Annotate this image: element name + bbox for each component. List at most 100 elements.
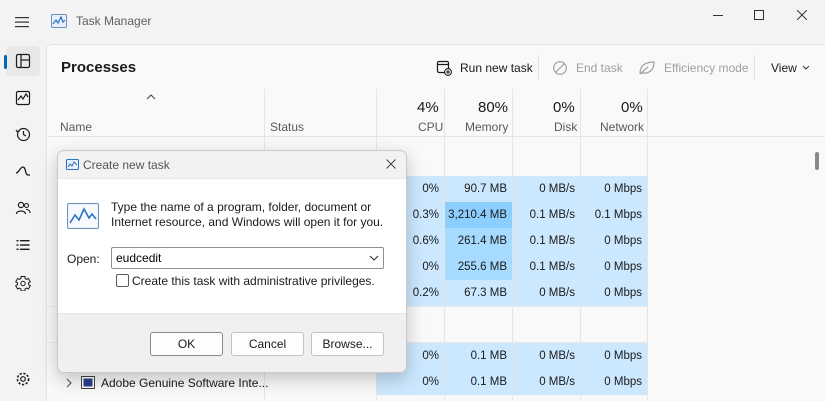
performance-icon bbox=[15, 90, 31, 106]
open-combobox[interactable] bbox=[111, 247, 384, 269]
disk-cell: 0.1 MB/s bbox=[513, 202, 580, 228]
maximize-button[interactable] bbox=[746, 6, 772, 24]
memory-cell: 3,210.4 MB bbox=[445, 202, 512, 228]
network-total-percent: 0% bbox=[621, 99, 643, 116]
hamburger-menu-icon[interactable] bbox=[10, 12, 34, 32]
nav-performance[interactable] bbox=[6, 83, 40, 113]
app-history-icon bbox=[15, 127, 31, 142]
network-cell: 0 Mbps bbox=[581, 343, 647, 369]
network-cell: 0 Mbps bbox=[581, 176, 647, 202]
network-cell: 0 Mbps bbox=[581, 254, 647, 280]
browse-button[interactable]: Browse... bbox=[311, 332, 384, 356]
dialog-app-icon bbox=[66, 159, 79, 170]
minimize-icon bbox=[713, 15, 723, 16]
disk-total-percent: 0% bbox=[553, 99, 575, 116]
maximize-icon bbox=[754, 10, 764, 20]
memory-cell: 0.1 MB bbox=[445, 369, 512, 395]
network-cell: 0 Mbps bbox=[581, 280, 647, 306]
network-cell: 0 Mbps bbox=[581, 228, 647, 254]
column-header-cpu[interactable]: CPU bbox=[418, 120, 443, 134]
open-label: Open: bbox=[67, 252, 100, 266]
memory-cell: 261.4 MB bbox=[445, 228, 512, 254]
memory-cell: 0.1 MB bbox=[445, 343, 512, 369]
column-divider bbox=[512, 89, 513, 137]
users-icon bbox=[15, 201, 31, 215]
column-divider bbox=[264, 89, 265, 137]
toolbar-divider bbox=[754, 55, 755, 79]
column-divider bbox=[647, 137, 648, 401]
column-header-memory[interactable]: Memory bbox=[465, 120, 508, 134]
table-header: Name Status 4% CPU 80% Memory 0% Disk 0%… bbox=[47, 89, 825, 137]
dialog-footer: OK Cancel Browse... bbox=[58, 313, 406, 372]
vertical-scrollbar[interactable] bbox=[815, 152, 819, 170]
nav-services[interactable] bbox=[6, 268, 40, 298]
disk-cell: 0.1 MB/s bbox=[513, 228, 580, 254]
toolbar-divider bbox=[538, 55, 539, 79]
disk-cell: 0 MB/s bbox=[513, 176, 580, 202]
memory-cell: 255.6 MB bbox=[445, 254, 512, 280]
left-navigation bbox=[0, 44, 46, 401]
minimize-button[interactable] bbox=[705, 6, 731, 24]
processes-icon bbox=[15, 53, 31, 69]
nav-processes[interactable] bbox=[4, 46, 40, 76]
nav-users[interactable] bbox=[6, 193, 40, 223]
column-header-name[interactable]: Name bbox=[60, 120, 92, 134]
nav-startup-apps[interactable] bbox=[6, 156, 40, 186]
end-task-icon bbox=[553, 61, 567, 75]
dialog-close-icon[interactable] bbox=[385, 158, 397, 170]
memory-cell: 67.3 MB bbox=[445, 280, 512, 306]
close-icon bbox=[797, 10, 807, 20]
ok-button[interactable]: OK bbox=[150, 332, 223, 356]
nav-settings[interactable] bbox=[6, 364, 40, 394]
run-new-task-icon bbox=[436, 60, 452, 76]
efficiency-mode-label: Efficiency mode bbox=[664, 61, 749, 75]
run-new-task-button[interactable]: Run new task bbox=[436, 57, 533, 79]
chevron-down-icon[interactable] bbox=[369, 254, 379, 262]
sort-ascending-icon[interactable] bbox=[146, 93, 156, 101]
window-title: Task Manager bbox=[76, 14, 152, 28]
disk-cell: 0 MB/s bbox=[513, 343, 580, 369]
column-divider bbox=[647, 89, 648, 137]
startup-apps-icon bbox=[15, 166, 30, 176]
title-bar: Task Manager bbox=[0, 0, 825, 44]
cpu-total-percent: 4% bbox=[417, 99, 439, 116]
column-header-disk[interactable]: Disk bbox=[554, 120, 577, 134]
admin-privileges-checkbox[interactable] bbox=[116, 274, 129, 287]
memory-cell: 90.7 MB bbox=[445, 176, 512, 202]
open-input[interactable] bbox=[112, 248, 362, 268]
nav-app-history[interactable] bbox=[6, 119, 40, 149]
details-icon bbox=[16, 240, 30, 250]
column-divider bbox=[444, 89, 445, 137]
view-label: View bbox=[771, 61, 797, 75]
disk-cell: 0 MB/s bbox=[513, 280, 580, 306]
chevron-right-icon[interactable] bbox=[65, 378, 73, 388]
dialog-description: Type the name of a program, folder, docu… bbox=[111, 200, 384, 229]
process-name: Adobe Genuine Software Inte... bbox=[101, 376, 269, 390]
task-manager-app-icon bbox=[51, 14, 67, 28]
efficiency-leaf-icon bbox=[639, 61, 655, 75]
view-menu-button[interactable]: View bbox=[771, 57, 810, 79]
disk-cell: 0 MB/s bbox=[513, 369, 580, 395]
column-header-network[interactable]: Network bbox=[600, 120, 644, 134]
nav-details[interactable] bbox=[6, 230, 40, 260]
run-new-task-label: Run new task bbox=[460, 61, 533, 75]
column-header-status[interactable]: Status bbox=[270, 120, 304, 134]
end-task-button[interactable]: End task bbox=[552, 57, 623, 79]
adobe-app-icon bbox=[81, 376, 95, 389]
network-cell: 0.1 Mbps bbox=[581, 202, 647, 228]
efficiency-mode-button[interactable]: Efficiency mode bbox=[638, 57, 749, 79]
toolbar: Processes Run new task End task Efficien… bbox=[47, 45, 825, 89]
disk-cell: 0.1 MB/s bbox=[513, 254, 580, 280]
chevron-down-icon bbox=[802, 65, 810, 70]
cancel-button[interactable]: Cancel bbox=[231, 332, 304, 356]
page-title: Processes bbox=[61, 59, 137, 76]
admin-privileges-label[interactable]: Create this task with administrative pri… bbox=[132, 274, 375, 288]
close-button[interactable] bbox=[789, 6, 815, 24]
create-new-task-dialog: Create new task Type the name of a progr… bbox=[57, 150, 407, 373]
end-task-label: End task bbox=[576, 61, 623, 75]
column-divider bbox=[376, 89, 377, 137]
services-icon bbox=[15, 276, 31, 291]
settings-gear-icon bbox=[16, 372, 30, 386]
dialog-title-bar[interactable]: Create new task bbox=[58, 151, 406, 179]
column-divider bbox=[580, 89, 581, 137]
